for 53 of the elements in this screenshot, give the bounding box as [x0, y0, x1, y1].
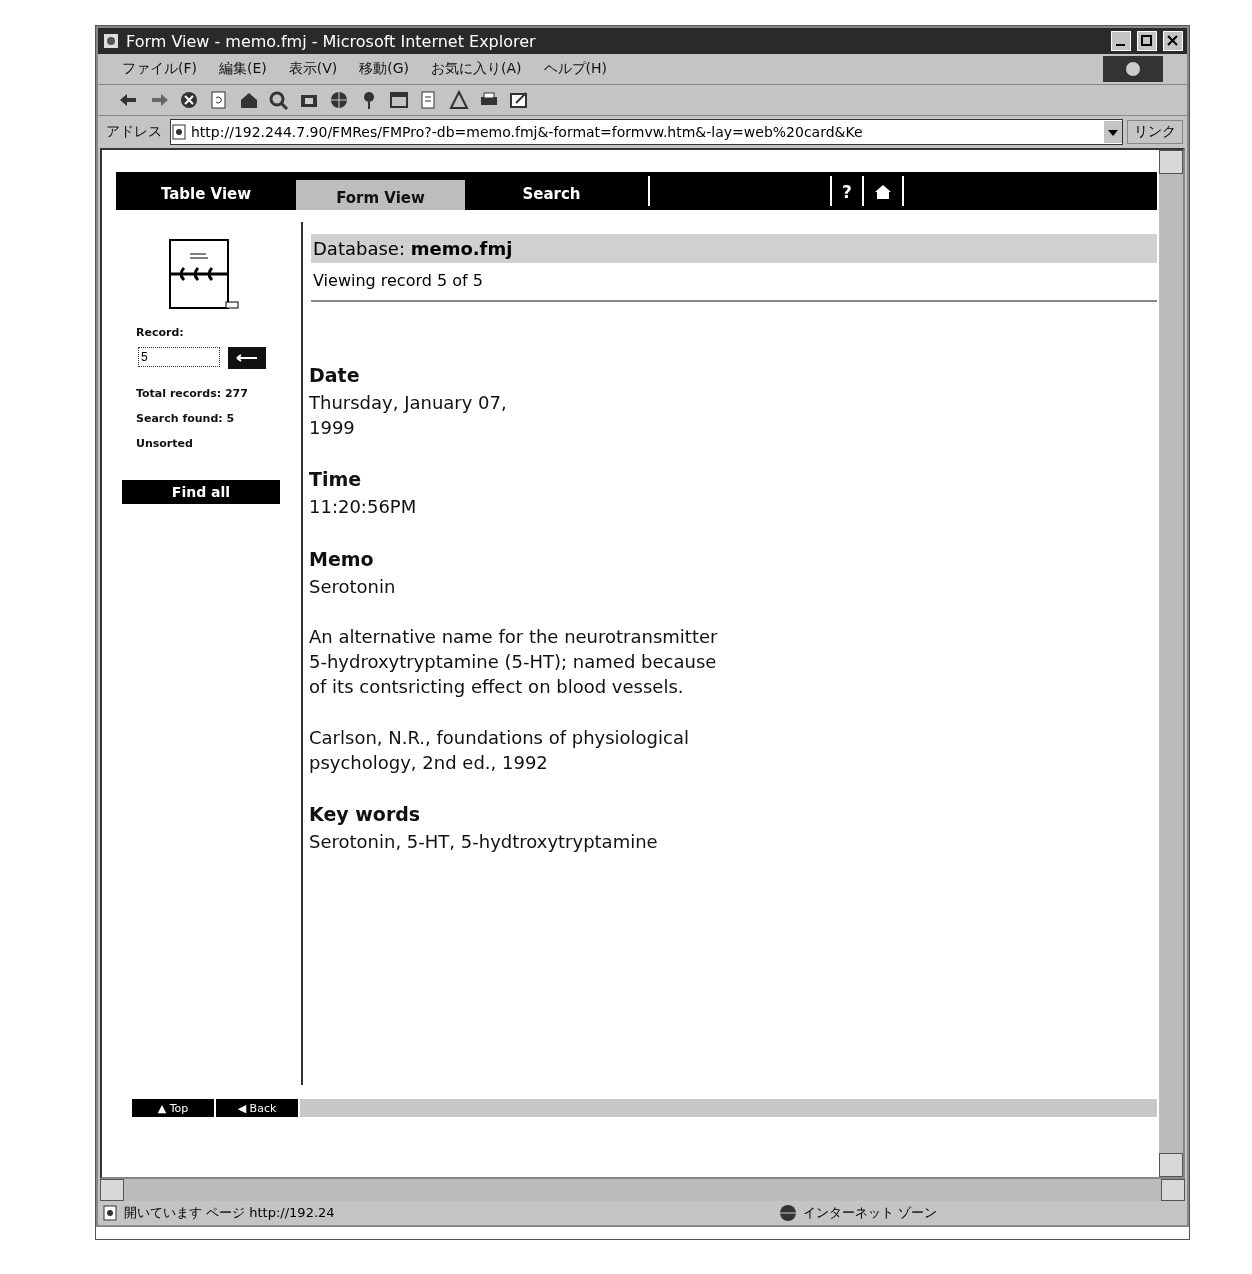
footer-button[interactable]: ▲ Top	[132, 1099, 214, 1117]
record-label: Record:	[136, 326, 184, 339]
minimize-icon[interactable]	[1111, 31, 1131, 51]
close-icon[interactable]	[1163, 31, 1183, 51]
database-title: Database: memo.fmj	[311, 234, 1157, 263]
menu-item[interactable]: ファイル(F)	[122, 60, 197, 78]
search-icon[interactable]	[268, 90, 290, 110]
enter-button[interactable]	[228, 347, 266, 369]
vertical-scrollbar[interactable]	[1159, 150, 1183, 1177]
address-field[interactable]: http://192.244.7.90/FMRes/FMPro?-db=memo.fmj&-format=formvw.htm&-lay=web%20card&Ke	[170, 119, 1123, 145]
globe-icon[interactable]	[328, 90, 350, 110]
field-label: Date	[309, 364, 361, 386]
field-label: Memo	[309, 547, 375, 570]
field-value: Serotonin An alternative name for the neurotransmitter 5-hydroxytryptamine (5-HT); named because of its contsricting effect on blood vessels. Carlson, N.R., foundations of physiological psychology, 2nd ed., 1992	[309, 574, 719, 775]
menu-item[interactable]: ヘルプ(H)	[543, 60, 608, 78]
footer-button[interactable]: ◀ Back	[216, 1099, 298, 1117]
record-position: Viewing record 5 of 5	[311, 263, 1157, 302]
home-icon[interactable]	[873, 184, 892, 200]
maximize-icon[interactable]	[1137, 31, 1157, 51]
record-field[interactable]: 5	[138, 347, 220, 367]
stop-icon[interactable]	[178, 90, 200, 110]
globe-logo-icon	[1103, 56, 1163, 82]
tab[interactable]: Form View	[296, 180, 465, 210]
page-icon	[171, 124, 187, 140]
field-value: Thursday, January 07, 1999	[309, 391, 508, 441]
browser-page-icon	[102, 32, 120, 50]
menu-item[interactable]: 編集(E)	[219, 60, 267, 78]
window-icon[interactable]	[388, 90, 410, 110]
horizontal-scrollbar[interactable]	[100, 1179, 1185, 1201]
menu-item[interactable]: お気に入り(A)	[431, 60, 522, 78]
status-text: 開いています ページ http://192.24	[124, 1204, 336, 1222]
field-value: Serotonin, 5-HT, 5-hydtroxytryptamine	[309, 830, 659, 855]
edit-icon[interactable]	[508, 90, 530, 110]
field-label: Time	[309, 468, 363, 491]
window-title: Form View - memo.fmj - Microsoft Internet Explorer	[126, 31, 537, 51]
field-value: 11:20:56PM	[309, 495, 418, 520]
page-icon	[102, 1205, 118, 1221]
enter-arrow-icon	[236, 354, 258, 362]
globe-icon	[779, 1204, 797, 1222]
address-label: アドレス	[105, 123, 163, 141]
dropdown-icon[interactable]	[1104, 121, 1122, 143]
font-icon[interactable]	[448, 90, 470, 110]
home-icon[interactable]	[238, 90, 260, 110]
help-link[interactable]: ?	[842, 182, 852, 210]
menu-item[interactable]: 移動(G)	[359, 60, 410, 78]
record-stat: Unsorted	[136, 437, 193, 450]
record-stat: Search found: 5	[136, 412, 235, 425]
menu-item[interactable]: 表示(V)	[288, 60, 338, 78]
zone-text: インターネット ゾーン	[803, 1204, 939, 1222]
find-all-button[interactable]: Find all	[122, 480, 280, 504]
record-stat: Total records: 277	[136, 387, 248, 400]
field-label: Key words	[309, 803, 422, 826]
links-button[interactable]: リンク	[1127, 120, 1183, 144]
